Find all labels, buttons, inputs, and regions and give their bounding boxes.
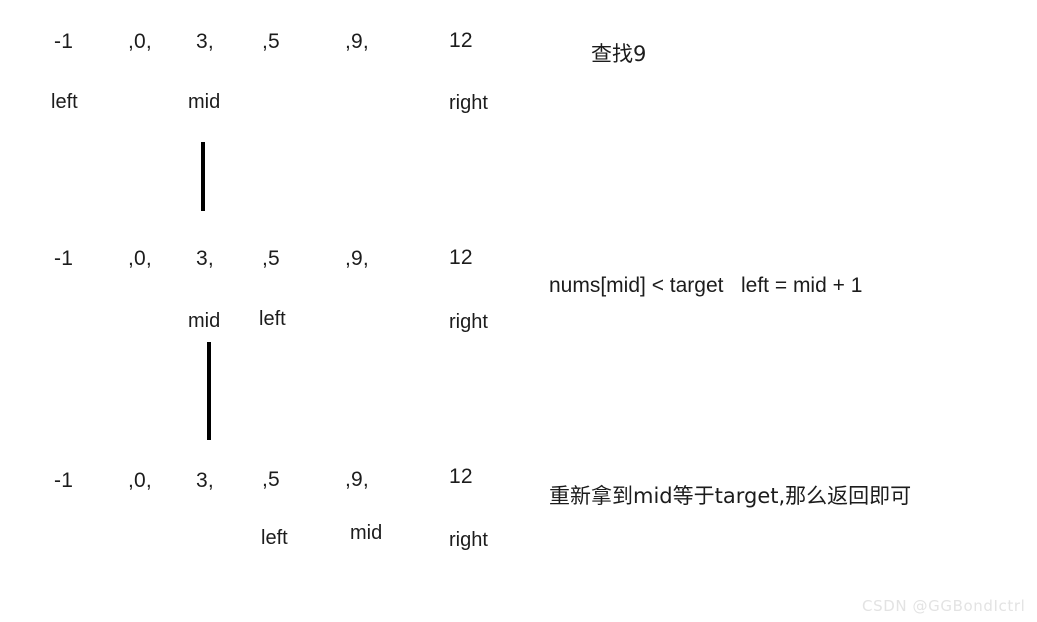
array-value-r3-c3: ,5 [262,468,280,491]
pointer-label-left-r3: left [261,527,288,549]
array-value-r2-c4: ,9, [345,247,369,270]
array-value-r3-c4: ,9, [345,468,369,491]
array-value-r2-c0: -1 [54,247,74,270]
array-value-r3-c5: 12 [449,465,473,488]
array-value-r1-c1: ,0, [128,30,152,53]
array-value-r3-c1: ,0, [128,469,152,492]
array-value-r1-c4: ,9, [345,30,369,53]
pointer-label-right-r2: right [449,311,488,333]
pointer-label-right-r1: right [449,92,488,114]
step-note-2: nums[mid] < target left = mid + 1 [549,274,863,297]
pointer-label-right-r3: right [449,529,488,551]
step-note-1: 查找9 [591,42,647,66]
pointer-label-mid-r3: mid [350,522,383,544]
array-value-r1-c5: 12 [449,29,473,52]
step-note-3: 重新拿到mid等于target,那么返回即可 [549,484,912,508]
array-value-r1-c2: 3, [196,30,214,53]
diagram-canvas: -1 ,0, 3, ,5 ,9, 12 left mid right 查找9 -… [0,0,1037,622]
pointer-label-left-r1: left [51,91,78,113]
array-value-r1-c3: ,5 [262,30,280,53]
pointer-label-left-r2: left [259,308,286,330]
pointer-label-mid-r2: mid [188,310,221,332]
array-value-r2-c2: 3, [196,247,214,270]
array-value-r2-c3: ,5 [262,247,280,270]
array-value-r2-c1: ,0, [128,247,152,270]
array-value-r3-c0: -1 [54,469,74,492]
connector-step1-step2 [201,142,205,211]
array-value-r1-c0: -1 [54,30,74,53]
array-value-r2-c5: 12 [449,246,473,269]
array-value-r3-c2: 3, [196,469,214,492]
connector-step2-step3 [207,342,211,440]
csdn-watermark: CSDN @GGBondIctrl [862,597,1026,615]
pointer-label-mid-r1: mid [188,91,221,113]
